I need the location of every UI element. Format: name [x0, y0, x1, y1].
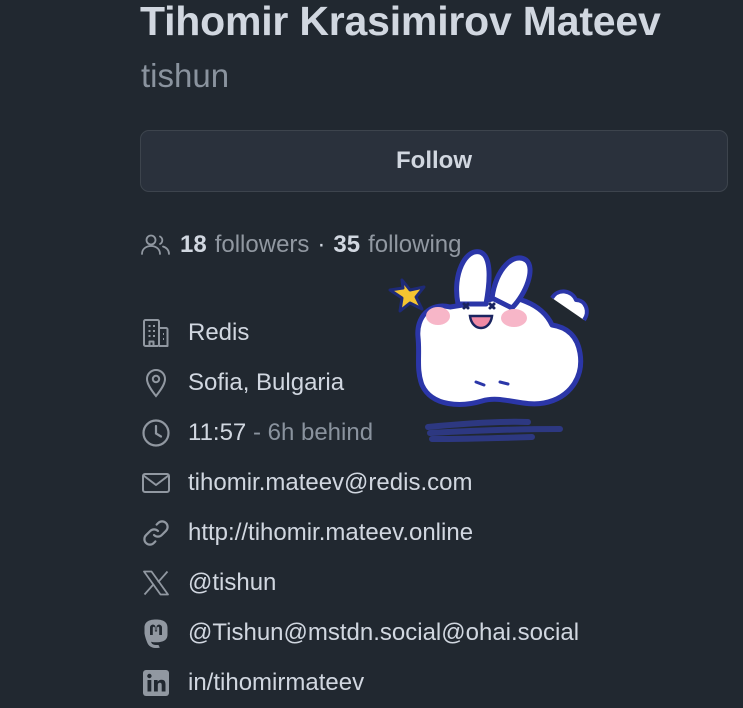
- detail-linkedin-account: in/tihomirmateev: [140, 658, 740, 708]
- local-time-text: 11:57: [188, 419, 247, 446]
- linkedin-account-link[interactable]: in/tihomirmateev: [188, 669, 364, 697]
- clock-icon: [140, 417, 172, 449]
- linkedin-icon: [140, 667, 172, 699]
- mastodon-account-link[interactable]: @Tishun@mstdn.social@ohai.social: [188, 619, 579, 647]
- x-logo-icon: [140, 567, 172, 599]
- people-icon: [140, 233, 172, 257]
- location-icon: [140, 367, 172, 399]
- detail-mastodon-account: @Tishun@mstdn.social@ohai.social: [140, 608, 740, 658]
- link-icon: [140, 517, 172, 549]
- location-text: Sofia, Bulgaria: [188, 369, 345, 396]
- spark-icon: [388, 278, 426, 313]
- profile-name: Tihomir Krasimirov Mateev: [140, 0, 661, 44]
- followers-label: followers: [214, 231, 310, 258]
- follow-button[interactable]: Follow: [140, 130, 728, 192]
- detail-x-account: @tishun: [140, 558, 740, 608]
- organization-text[interactable]: Redis: [188, 319, 249, 347]
- email-link[interactable]: tihomir.mateev@redis.com: [188, 469, 472, 497]
- mail-icon: [140, 467, 172, 499]
- sticker-shadow: [425, 418, 563, 442]
- detail-website: http://tihomir.mateev.online: [140, 508, 740, 558]
- following-count: 35: [333, 231, 361, 258]
- mastodon-icon: [140, 617, 172, 649]
- followers-count: 18: [180, 231, 207, 258]
- website-link[interactable]: http://tihomir.mateev.online: [188, 519, 473, 547]
- separator-dot: ·: [317, 231, 326, 258]
- followers-link[interactable]: 18 followers: [180, 231, 309, 259]
- x-account-link[interactable]: @tishun: [188, 569, 276, 597]
- time-offset-text: - 6h behind: [246, 419, 374, 446]
- profile-login: tishun: [141, 57, 230, 94]
- bunny-sticker: [380, 232, 600, 447]
- organization-icon: [140, 317, 172, 349]
- detail-email: tihomir.mateev@redis.com: [140, 458, 740, 508]
